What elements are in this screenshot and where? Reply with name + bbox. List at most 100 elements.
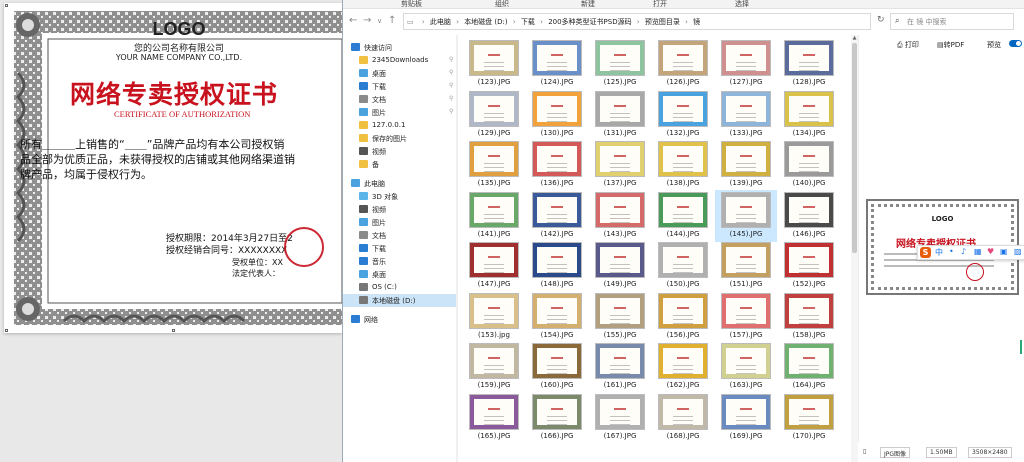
nav-item[interactable]: 3D 对象 <box>343 190 458 203</box>
breadcrumb-segment[interactable]: 镜 <box>693 14 700 27</box>
file-thumbnail[interactable]: (143).JPG <box>589 190 651 242</box>
preview-toggle[interactable] <box>1009 40 1022 47</box>
file-thumbnail[interactable]: (149).JPG <box>589 240 651 292</box>
nav-item[interactable]: 文档 ⚲ <box>343 93 458 106</box>
file-thumbnail[interactable]: (140).JPG <box>778 139 840 191</box>
forward-arrow-icon[interactable]: → <box>363 15 371 26</box>
ime-toolbar[interactable]: S 中 • ♪ ▦ ♥ ▣ ▨ <box>917 245 1024 260</box>
file-thumbnail[interactable]: (145).JPG <box>715 189 777 242</box>
nav-item[interactable]: 下载 ⚲ <box>343 80 458 93</box>
scroll-up-icon[interactable]: ▲ <box>851 35 858 41</box>
file-thumbnail[interactable]: (156).JPG <box>652 291 714 343</box>
file-thumbnail[interactable]: (162).JPG <box>652 341 714 393</box>
breadcrumb-segment[interactable]: 200多种类型证书PSD源码 <box>548 14 631 27</box>
file-thumbnail[interactable]: (137).JPG <box>589 139 651 191</box>
navigation-scrollbar[interactable] <box>456 35 458 462</box>
file-thumbnail[interactable]: (126).JPG <box>652 38 714 90</box>
nav-item[interactable]: 视频 <box>343 203 458 216</box>
nav-item[interactable]: 快速访问 <box>343 41 458 54</box>
file-thumbnail[interactable]: (134).JPG <box>778 89 840 141</box>
nav-item[interactable]: 2345Downloads ⚲ <box>343 54 458 67</box>
file-thumbnail[interactable]: (159).JPG <box>463 341 525 393</box>
pin-icon[interactable]: ⚲ <box>449 82 453 89</box>
print-button[interactable]: ⎙ 打印 <box>897 40 919 50</box>
file-thumbnail[interactable]: (164).JPG <box>778 341 840 393</box>
breadcrumb-segment[interactable]: 本地磁盘 (D:) <box>464 14 507 27</box>
nav-item[interactable]: 图片 ⚲ <box>343 106 458 119</box>
file-grid-scrollbar[interactable]: ▲ <box>851 35 858 462</box>
file-thumbnail[interactable]: (152).JPG <box>778 240 840 292</box>
keyboard-icon[interactable]: ▦ <box>974 247 982 256</box>
back-arrow-icon[interactable]: ← <box>349 15 357 26</box>
certificate-image[interactable]: LOGO 您的公司名称有限公司 YOUR NAME COMPANY CO.,LT… <box>4 3 342 333</box>
file-thumbnail[interactable]: (142).JPG <box>526 190 588 242</box>
file-thumbnail[interactable]: (135).JPG <box>463 139 525 191</box>
nav-item[interactable]: 视频 <box>343 145 458 158</box>
file-thumbnail[interactable]: (132).JPG <box>652 89 714 141</box>
up-arrow-icon[interactable]: ↑ <box>388 15 396 26</box>
file-thumbnail[interactable]: (146).JPG <box>778 190 840 242</box>
breadcrumb-segment[interactable]: 预览图目录 <box>645 14 680 27</box>
nav-item[interactable]: 桌面 <box>343 268 458 281</box>
file-thumbnail[interactable]: (144).JPG <box>652 190 714 242</box>
recent-locations-chevron-icon[interactable]: ∨ <box>377 17 382 25</box>
nav-item[interactable]: 图片 <box>343 216 458 229</box>
pin-icon[interactable]: ⚲ <box>449 69 453 76</box>
ribbon-tab-new[interactable]: 新建 <box>581 0 595 9</box>
ribbon-tab-clipboard[interactable]: 剪贴板 <box>401 0 422 9</box>
nav-item[interactable]: OS (C:) <box>343 281 458 294</box>
nav-item[interactable]: 网络 <box>343 313 458 326</box>
resize-handle[interactable] <box>5 329 8 332</box>
skin-icon[interactable]: ♥ <box>987 247 994 256</box>
file-thumbnail[interactable]: (169).JPG <box>715 392 777 444</box>
nav-item[interactable]: 保存的图片 <box>343 132 458 145</box>
file-thumbnail[interactable]: (133).JPG <box>715 89 777 141</box>
file-thumbnail[interactable]: (123).JPG <box>463 38 525 90</box>
file-thumbnail[interactable]: (155).JPG <box>589 291 651 343</box>
nav-item[interactable]: 文档 <box>343 229 458 242</box>
file-thumbnail[interactable]: (129).JPG <box>463 89 525 141</box>
file-thumbnail[interactable]: (153).jpg <box>463 291 525 343</box>
microphone-icon[interactable]: ♪ <box>961 247 966 256</box>
file-thumbnail[interactable]: (158).JPG <box>778 291 840 343</box>
file-thumbnail[interactable]: (148).JPG <box>526 240 588 292</box>
file-thumbnail[interactable]: (147).JPG <box>463 240 525 292</box>
file-thumbnail[interactable]: (165).JPG <box>463 392 525 444</box>
nav-item[interactable]: 此电脑 <box>343 177 458 190</box>
settings-grid-icon[interactable]: ▨ <box>1014 247 1022 256</box>
pin-icon[interactable]: ⚲ <box>449 108 453 115</box>
breadcrumb-segment[interactable]: 此电脑 <box>430 14 451 27</box>
file-thumbnail[interactable]: (168).JPG <box>652 392 714 444</box>
resize-handle[interactable] <box>172 329 175 332</box>
file-thumbnail[interactable]: (130).JPG <box>526 89 588 141</box>
punctuation-icon[interactable]: • <box>949 247 954 256</box>
file-thumbnail[interactable]: (167).JPG <box>589 392 651 444</box>
ribbon-tab-organize[interactable]: 组织 <box>495 0 509 9</box>
nav-item[interactable]: 桌面 ⚲ <box>343 67 458 80</box>
file-thumbnail[interactable]: (150).JPG <box>652 240 714 292</box>
search-input[interactable]: ⌕ 在 镜 中搜索 <box>890 13 1014 30</box>
file-thumbnail[interactable]: (124).JPG <box>526 38 588 90</box>
refresh-icon[interactable]: ↻ <box>877 15 885 25</box>
nav-item[interactable]: 127.0.0.1 <box>343 119 458 132</box>
nav-item[interactable]: 下载 <box>343 242 458 255</box>
file-thumbnail[interactable]: (131).JPG <box>589 89 651 141</box>
nav-item[interactable]: 备 <box>343 158 458 171</box>
file-thumbnail[interactable]: (160).JPG <box>526 341 588 393</box>
file-thumbnail[interactable]: (128).JPG <box>778 38 840 90</box>
ribbon-tab-open[interactable]: 打开 <box>653 0 667 9</box>
resize-handle[interactable] <box>5 4 8 7</box>
details-icon[interactable]: ▯ <box>860 447 869 458</box>
file-thumbnail[interactable]: (163).JPG <box>715 341 777 393</box>
nav-item[interactable]: 音乐 <box>343 255 458 268</box>
address-breadcrumb[interactable]: ▭ › 此电脑 › 本地磁盘 (D:) › 下载 › 200多种类型证书PSD源… <box>403 13 871 30</box>
file-thumbnail[interactable]: (157).JPG <box>715 291 777 343</box>
file-thumbnail[interactable]: (141).JPG <box>463 190 525 242</box>
file-thumbnail[interactable]: (151).JPG <box>715 240 777 292</box>
file-thumbnail[interactable]: (170).JPG <box>778 392 840 444</box>
file-thumbnail[interactable]: (127).JPG <box>715 38 777 90</box>
nav-item[interactable]: 本地磁盘 (D:) <box>343 294 458 307</box>
pin-icon[interactable]: ⚲ <box>449 95 453 102</box>
file-thumbnail[interactable]: (154).JPG <box>526 291 588 343</box>
file-thumbnail[interactable]: (136).JPG <box>526 139 588 191</box>
